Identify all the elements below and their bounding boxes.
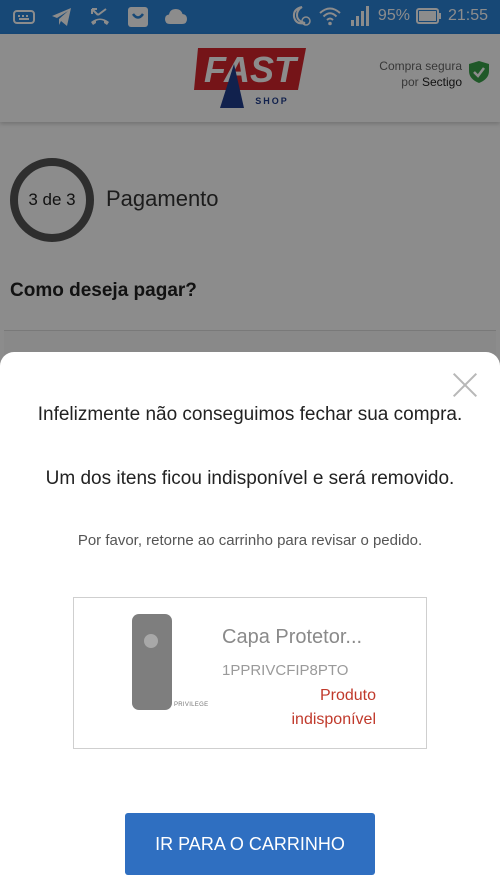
product-image-brand: PRIVILEGE	[174, 702, 209, 708]
modal-message-line-2: Um dos itens ficou indisponível e será r…	[45, 468, 455, 489]
product-status: Produto indisponível	[266, 684, 377, 732]
unavailable-product-card: PRIVILEGE Capa Protetor... 1PPRIVCFIP8PT…	[73, 597, 427, 749]
product-name: Capa Protetor...	[222, 626, 363, 648]
close-icon[interactable]	[452, 372, 478, 398]
product-sku: 1PPRIVCFIP8PTO	[222, 662, 349, 679]
modal-message-line-3: Por favor, retorne ao carrinho para revi…	[77, 532, 423, 549]
go-to-cart-button[interactable]: IR PARA O CARRINHO	[125, 813, 375, 875]
phone-case-image	[132, 614, 172, 710]
modal-message-line-1: Infelizmente não conseguimos fechar sua …	[37, 404, 463, 425]
unavailable-item-modal: Infelizmente não conseguimos fechar sua …	[0, 352, 500, 889]
product-status-text: Produto indisponível	[291, 687, 377, 728]
